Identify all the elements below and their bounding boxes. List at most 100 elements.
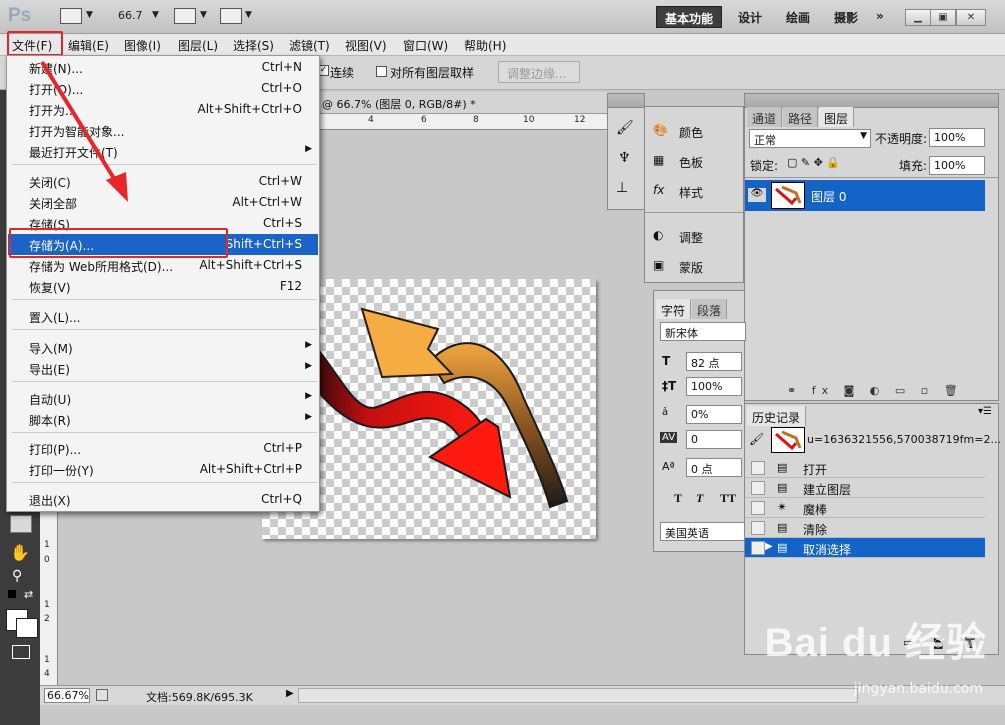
dock-title-bar[interactable] <box>608 94 644 108</box>
layers-panel-title-bar[interactable] <box>745 94 998 108</box>
visibility-eye-icon[interactable]: 👁 <box>748 188 766 202</box>
maximize-window-button[interactable]: ▣ <box>930 9 956 26</box>
menu-window[interactable]: 窗口(W) <box>403 37 448 54</box>
shape-tool[interactable] <box>10 515 32 533</box>
brush-icon[interactable]: 🖌 <box>616 120 634 136</box>
tab-paragraph[interactable]: 段落 <box>692 299 728 319</box>
adjustments-icon[interactable]: ◐ <box>653 228 663 242</box>
color-panel-icon[interactable]: 🎨 <box>653 123 668 137</box>
swap-colors-icon[interactable]: ⇄ <box>24 588 33 601</box>
swatches-label[interactable]: 色板 <box>679 154 703 171</box>
history-step[interactable]: ✴ 魔棒 <box>745 498 985 518</box>
menu-item-scripts[interactable]: 脚本(R) ▶ <box>8 409 318 430</box>
status-info-icon[interactable] <box>96 689 108 701</box>
chevron-down-icon[interactable]: ▼ <box>245 10 252 20</box>
history-brush-source-checkbox[interactable] <box>751 461 765 475</box>
menu-item-place[interactable]: 置入(L)... <box>8 306 318 327</box>
history-step[interactable]: ▤ 建立图层 <box>745 478 985 498</box>
menu-help[interactable]: 帮助(H) <box>464 37 506 54</box>
all-caps-button[interactable]: TT <box>720 491 736 506</box>
menu-item-new[interactable]: 新建(N)... Ctrl+N <box>8 57 318 78</box>
background-color-swatch[interactable] <box>16 618 38 638</box>
history-step[interactable]: ▤ 打开 <box>745 458 985 478</box>
snapshot-brush-icon[interactable]: 🖌 <box>749 432 764 446</box>
menu-item-exit[interactable]: 退出(X) Ctrl+Q <box>8 489 318 510</box>
tab-character[interactable]: 字符 <box>656 299 692 319</box>
zoom-field[interactable]: 66.67% <box>44 688 90 703</box>
tracking-field[interactable]: 0% <box>686 405 742 424</box>
menu-item-open-as[interactable]: 打开为... Alt+Shift+Ctrl+O <box>8 99 318 120</box>
arrange-documents-icon[interactable] <box>174 8 196 24</box>
menu-item-revert[interactable]: 恢复(V) F12 <box>8 276 318 297</box>
opacity-field[interactable]: 100% <box>929 128 985 147</box>
menu-view[interactable]: 视图(V) <box>345 37 387 54</box>
menu-item-print-one-copy[interactable]: 打印一份(Y) Alt+Shift+Ctrl+P <box>8 459 318 480</box>
layer-name[interactable]: 图层 0 <box>811 188 846 205</box>
quick-mask-icon[interactable] <box>12 645 30 659</box>
snapshot-thumbnail[interactable] <box>771 427 805 453</box>
menu-item-close-all[interactable]: 关闭全部 Alt+Ctrl+W <box>8 192 318 213</box>
layer-row[interactable]: 👁 图层 0 <box>745 180 985 211</box>
chevron-down-icon[interactable]: ▼ <box>200 10 207 20</box>
menu-item-recent-files[interactable]: 最近打开文件(T) ▶ <box>8 141 318 162</box>
leading-field[interactable]: 100% <box>686 377 742 396</box>
menu-item-import[interactable]: 导入(M) ▶ <box>8 337 318 358</box>
workspace-painting-button[interactable]: 绘画 <box>778 6 818 28</box>
kerning-field[interactable]: 0 <box>686 430 742 449</box>
history-step[interactable]: ▤ 清除 <box>745 518 985 538</box>
history-state-slider-icon[interactable]: ▶ <box>765 541 773 552</box>
swatches-icon[interactable]: ▦ <box>653 153 664 167</box>
history-brush-source-checkbox[interactable] <box>751 521 765 535</box>
menu-item-automate[interactable]: 自动(U) ▶ <box>8 388 318 409</box>
snapshot-name[interactable]: u=1636321556,570038719fm=2... <box>807 433 1001 446</box>
stamp-icon[interactable]: ⊥ <box>616 180 628 196</box>
workspace-design-button[interactable]: 设计 <box>730 6 770 28</box>
menu-item-print[interactable]: 打印(P)... Ctrl+P <box>8 438 318 459</box>
screen-mode-icon[interactable] <box>220 8 242 24</box>
sample-all-layers-checkbox[interactable] <box>376 66 387 77</box>
bridge-icon[interactable] <box>60 8 82 24</box>
panel-menu-icon[interactable]: ▾☰ <box>978 406 992 417</box>
menu-item-open[interactable]: 打开(O)... Ctrl+O <box>8 78 318 99</box>
tab-layers[interactable]: 图层 <box>819 107 855 127</box>
menu-filter[interactable]: 滤镜(T) <box>289 37 330 54</box>
refine-edge-button[interactable]: 调整边缘... <box>498 61 580 83</box>
tab-history[interactable]: 历史记录 <box>747 406 807 426</box>
chevron-down-icon[interactable]: ▼ <box>152 10 159 20</box>
menu-item-close[interactable]: 关闭(C) Ctrl+W <box>8 171 318 192</box>
zoom-tool-icon[interactable]: ⚲ <box>12 568 22 584</box>
menu-edit[interactable]: 编辑(E) <box>68 37 109 54</box>
clone-source-icon[interactable]: ♆ <box>618 150 631 166</box>
faux-bold-button[interactable]: T <box>674 491 682 506</box>
color-panel-label[interactable]: 颜色 <box>679 124 703 141</box>
hand-tool-icon[interactable]: ✋ <box>10 543 30 562</box>
lock-icons[interactable]: ▢ ✎ ✥ 🔒 <box>787 156 840 169</box>
history-brush-source-checkbox[interactable] <box>751 541 765 555</box>
status-menu-arrow-icon[interactable]: ▶ <box>286 688 294 699</box>
workspace-photography-button[interactable]: 摄影 <box>826 6 866 28</box>
blend-mode-select[interactable]: 正常 ▼ <box>749 129 871 148</box>
fill-field[interactable]: 100% <box>929 156 985 175</box>
language-field[interactable]: 美国英语 <box>660 522 746 541</box>
styles-icon[interactable]: fx <box>653 183 664 197</box>
masks-icon[interactable]: ▣ <box>653 258 664 272</box>
styles-label[interactable]: 样式 <box>679 184 703 201</box>
history-step-selected[interactable]: ▶ ▤ 取消选择 <box>745 538 985 558</box>
zoom-level[interactable]: 66.7 <box>118 9 143 22</box>
tab-channels[interactable]: 通道 <box>747 107 783 127</box>
menu-item-export[interactable]: 导出(E) ▶ <box>8 358 318 379</box>
tab-paths[interactable]: 路径 <box>783 107 819 127</box>
masks-label[interactable]: 蒙版 <box>679 259 703 276</box>
chevron-down-icon[interactable]: ▼ <box>86 10 93 20</box>
baseline-field[interactable]: 0 点 <box>686 458 742 477</box>
history-brush-source-checkbox[interactable] <box>751 481 765 495</box>
font-family-field[interactable]: 新宋体 <box>660 322 746 341</box>
menu-image[interactable]: 图像(I) <box>124 37 161 54</box>
workspace-essentials-button[interactable]: 基本功能 <box>656 6 723 28</box>
faux-italic-button[interactable]: T <box>696 491 703 506</box>
menu-select[interactable]: 选择(S) <box>233 37 274 54</box>
menu-item-save-for-web[interactable]: 存储为 Web所用格式(D)... Alt+Shift+Ctrl+S <box>8 255 318 276</box>
history-brush-source-checkbox[interactable] <box>751 501 765 515</box>
adjustments-label[interactable]: 调整 <box>679 229 703 246</box>
menu-layer[interactable]: 图层(L) <box>178 37 218 54</box>
